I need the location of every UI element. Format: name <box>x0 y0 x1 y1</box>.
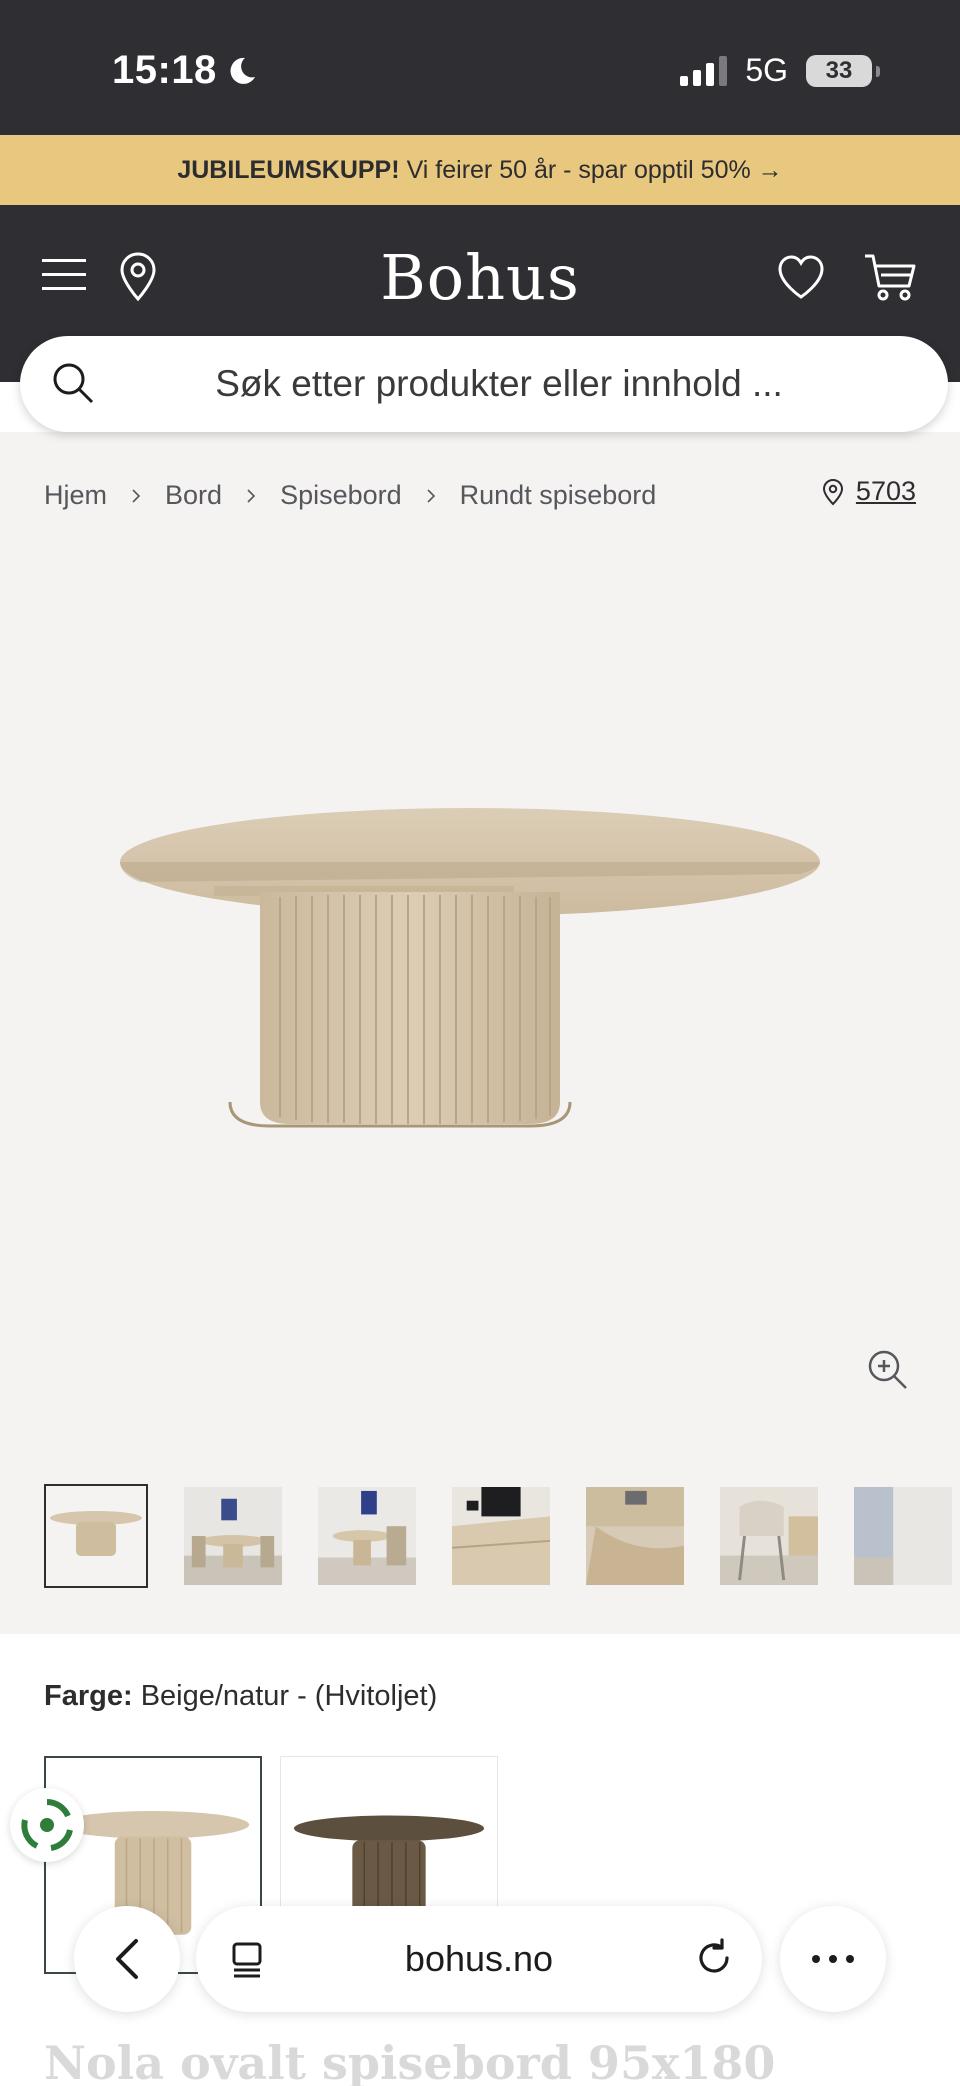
color-selector-label: Farge: Beige/natur - (Hvitoljet) <box>44 1680 437 1713</box>
moon-icon <box>230 57 255 84</box>
thumbnail-dining-room[interactable] <box>184 1487 282 1585</box>
clock-text: 15:18 <box>112 48 217 92</box>
product-title: Nola ovalt spisebord 95x180 <box>44 2036 776 2086</box>
status-bar: 15:18 5G 33 <box>0 0 960 135</box>
thumbnail-table-closeup[interactable] <box>586 1487 684 1585</box>
chevron-left-icon <box>116 1939 138 1979</box>
cellular-signal-icon <box>680 55 728 86</box>
battery-level: 33 <box>825 56 853 84</box>
thumbnail-dining-room-art[interactable] <box>318 1487 416 1585</box>
promo-text: Vi feirer 50 år - spar opptil 50% → <box>406 155 783 184</box>
status-time: 15:18 <box>112 48 257 93</box>
product-gallery: Hjem Bord Spisebord Rundt spisebord 5703 <box>0 432 960 1634</box>
thumbnail-extending-leaf[interactable] <box>452 1487 550 1585</box>
promo-banner[interactable]: JUBILEUMSKUPP! Vi feirer 50 år - spar op… <box>0 135 960 205</box>
promo-bold: JUBILEUMSKUPP! <box>177 155 400 184</box>
address-bar[interactable]: bohus.no <box>196 1906 762 2012</box>
breadcrumb: Hjem Bord Spisebord Rundt spisebord <box>44 480 656 511</box>
more-dot <box>846 1955 854 1963</box>
more-dot <box>829 1955 837 1963</box>
breadcrumb-item-spisebord[interactable]: Spisebord <box>280 480 402 511</box>
network-type: 5G <box>745 52 788 88</box>
more-dot <box>812 1955 820 1963</box>
breadcrumb-item-bord[interactable]: Bord <box>165 480 222 511</box>
status-indicators: 5G 33 <box>680 52 880 89</box>
reload-icon[interactable] <box>692 1936 736 1980</box>
url-text: bohus.no <box>404 1938 554 1979</box>
browser-back-button[interactable] <box>74 1906 180 2012</box>
zoom-icon[interactable] <box>866 1348 910 1392</box>
recycle-badge-icon[interactable] <box>10 1788 84 1862</box>
browser-toolbar: bohus.no <box>0 1900 960 2020</box>
color-label-value: Beige/natur - (Hvitoljet) <box>140 1680 438 1712</box>
chevron-right-icon <box>427 488 435 503</box>
thumbnail-chair-closeup[interactable] <box>720 1487 818 1585</box>
store-number: 5703 <box>855 476 916 506</box>
product-main-image[interactable] <box>120 782 840 1182</box>
selected-store[interactable]: 5703 <box>822 476 916 507</box>
search-icon <box>53 363 94 404</box>
color-label-key: Farge: <box>44 1680 133 1712</box>
thumbnail-strip <box>44 1484 960 1588</box>
location-pin-icon <box>822 478 843 505</box>
search-bar <box>20 336 948 432</box>
search-input[interactable] <box>20 336 948 432</box>
thumbnail-room-partial[interactable] <box>854 1487 952 1585</box>
battery-icon: 33 <box>806 54 880 87</box>
thumbnail-table-product[interactable] <box>44 1484 148 1588</box>
cart-icon[interactable] <box>862 251 918 303</box>
chevron-right-icon <box>132 488 141 503</box>
breadcrumb-item-rundt-spisebord[interactable]: Rundt spisebord <box>460 480 657 511</box>
wishlist-heart-icon[interactable] <box>776 253 826 301</box>
chevron-right-icon <box>247 488 256 503</box>
breadcrumb-item-hjem[interactable]: Hjem <box>44 480 107 511</box>
browser-more-button[interactable] <box>780 1906 886 2012</box>
